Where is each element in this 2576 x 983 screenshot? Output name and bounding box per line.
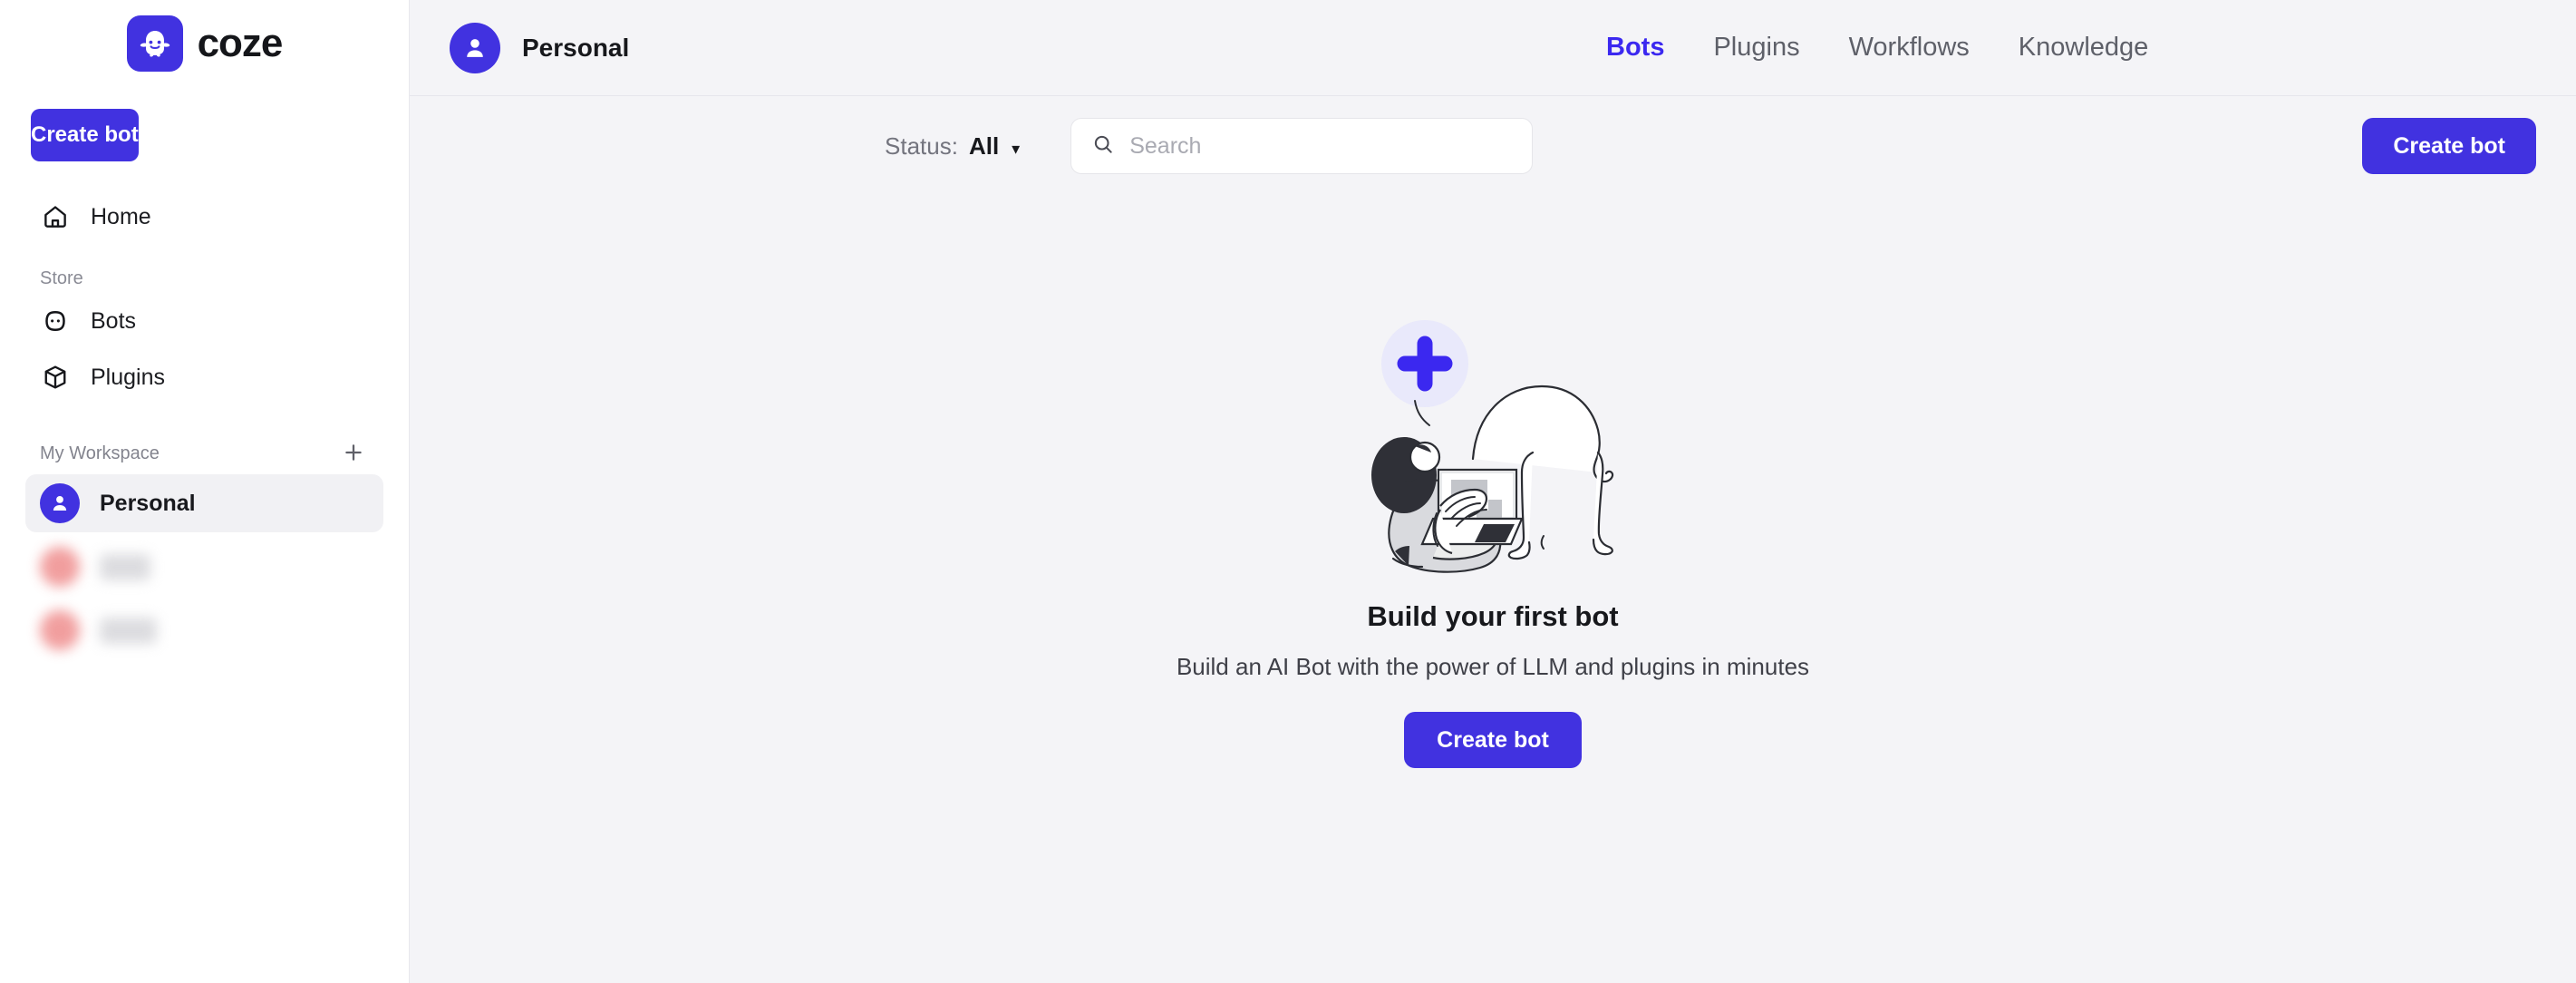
tab-bots[interactable]: Bots (1606, 33, 1664, 63)
empty-state-title: Build your first bot (1367, 600, 1619, 632)
home-icon (40, 201, 71, 232)
search-icon (1091, 132, 1115, 161)
sidebar-create-bot-button[interactable]: Create bot (31, 109, 139, 161)
search-input[interactable] (1129, 132, 1513, 160)
status-filter-label: Status: (885, 131, 958, 160)
sidebar-item-plugins[interactable]: Plugins (25, 349, 383, 405)
workspace-chip[interactable]: Personal (450, 22, 630, 73)
status-filter-value: All (968, 131, 1000, 160)
person-avatar-icon (40, 547, 80, 587)
main-area: Personal Bots Plugins Workflows Knowledg… (410, 0, 2576, 983)
sidebar-section-workspace-title: My Workspace (40, 443, 160, 463)
person-with-laptop-and-cat-illustration (1339, 314, 1647, 586)
sidebar: coze Create bot Home Store Bots Plugins … (0, 0, 410, 983)
cube-icon (40, 362, 71, 393)
plus-icon (342, 441, 365, 467)
sidebar-item-bots[interactable]: Bots (25, 293, 383, 349)
tab-workflows[interactable]: Workflows (1849, 33, 1970, 63)
status-filter-dropdown[interactable]: Status: All ▾ (885, 132, 1020, 161)
person-avatar-icon (40, 610, 80, 650)
filter-toolbar: Status: All ▾ Create bot (410, 96, 2576, 196)
app-root: coze Create bot Home Store Bots Plugins … (0, 0, 2576, 983)
sidebar-item-label: Personal (100, 490, 196, 516)
sidebar-section-workspace: My Workspace (40, 438, 369, 469)
chevron-down-icon: ▾ (1012, 139, 1021, 158)
sidebar-section-store-title: Store (40, 268, 83, 288)
empty-state-create-bot-button[interactable]: Create bot (1404, 712, 1582, 768)
coze-ghost-icon (126, 15, 183, 72)
empty-state: Build your first bot Build an AI Bot wit… (410, 196, 2576, 983)
sidebar-item-workspace-redacted-2[interactable] (25, 601, 383, 659)
top-header: Personal Bots Plugins Workflows Knowledg… (410, 0, 2576, 96)
sidebar-item-home[interactable]: Home (25, 189, 383, 245)
sidebar-item-label: Bots (91, 307, 137, 334)
brand-logo[interactable]: coze (0, 0, 409, 78)
sidebar-item-personal[interactable]: Personal (25, 474, 383, 532)
sidebar-item-label: Plugins (91, 364, 165, 390)
brand-name: coze (197, 21, 284, 65)
sidebar-item-label (100, 553, 150, 580)
add-workspace-button[interactable] (338, 438, 369, 469)
toolbar-create-bot-button[interactable]: Create bot (2362, 118, 2536, 174)
person-avatar-icon (40, 483, 80, 523)
tab-plugins[interactable]: Plugins (1713, 33, 1799, 63)
sidebar-item-label: Home (91, 203, 151, 229)
tab-knowledge[interactable]: Knowledge (2019, 33, 2149, 63)
robot-face-icon (40, 306, 71, 336)
sidebar-item-label (100, 617, 157, 644)
workspace-title: Personal (522, 33, 630, 62)
sidebar-item-workspace-redacted-1[interactable] (25, 538, 383, 596)
header-tabs: Bots Plugins Workflows Knowledge (1606, 0, 2148, 96)
search-box[interactable] (1070, 118, 1534, 174)
empty-state-subtitle: Build an AI Bot with the power of LLM an… (1176, 653, 1810, 680)
person-avatar-icon (450, 22, 500, 73)
